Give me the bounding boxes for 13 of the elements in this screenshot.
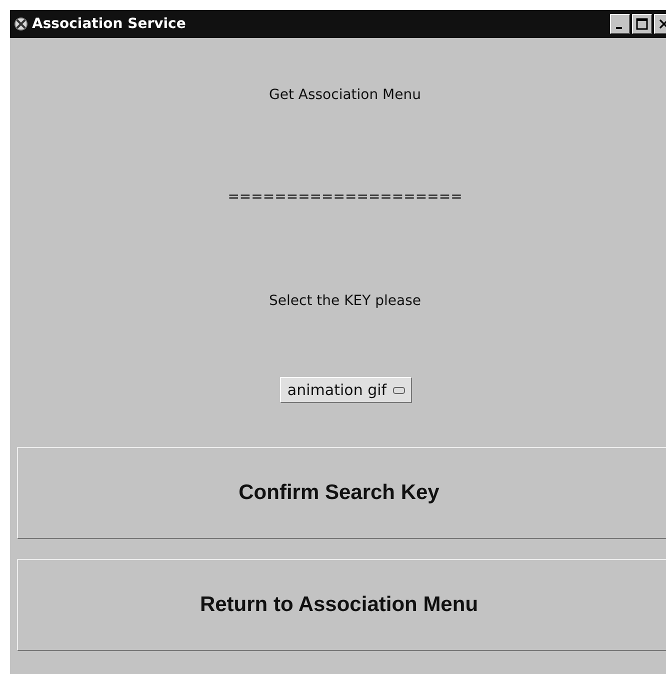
close-icon [659, 19, 666, 29]
maximize-button[interactable] [632, 14, 652, 34]
action-button[interactable]: Confirm Search Key [17, 447, 666, 539]
window-title: Association Service [32, 16, 187, 32]
key-dropdown[interactable]: animation gif [280, 377, 412, 403]
minimize-icon [616, 27, 622, 29]
option-indicator-icon [392, 386, 405, 394]
separator-text: ==================== [228, 189, 462, 205]
prompt-text: Select the KEY please [269, 293, 421, 309]
maximize-icon [636, 18, 648, 30]
menu-heading: Get Association Menu [268, 87, 421, 103]
action-button[interactable]: Return to Association Menu [17, 559, 666, 651]
minimize-button[interactable] [610, 14, 630, 34]
